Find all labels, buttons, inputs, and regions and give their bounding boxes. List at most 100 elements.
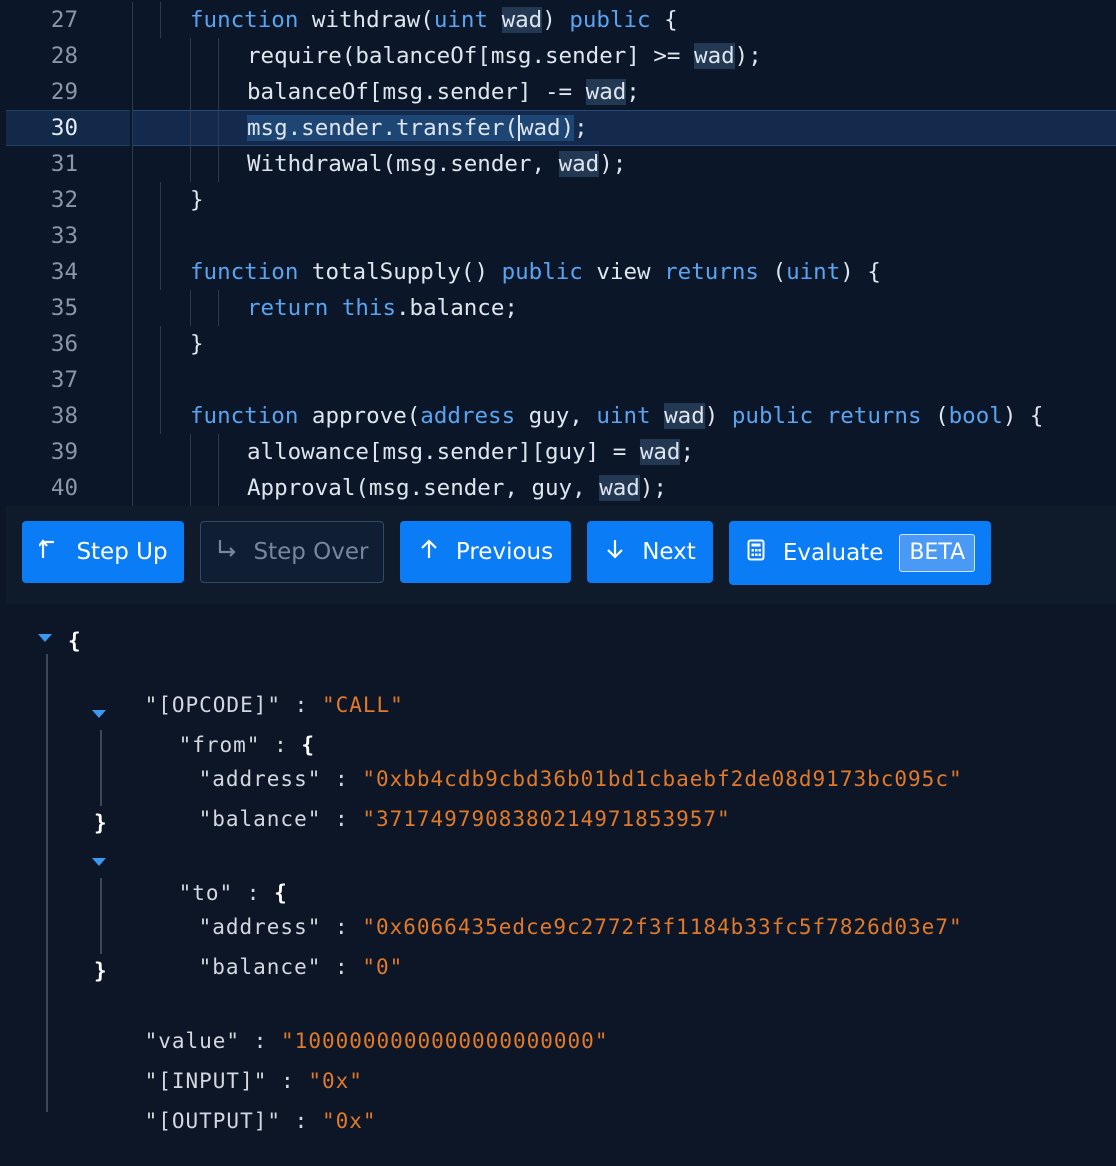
tree-guide-line bbox=[100, 878, 102, 954]
line-number[interactable]: 36 bbox=[0, 326, 78, 362]
line-number[interactable]: 31 bbox=[0, 146, 78, 182]
root-open-brace: { bbox=[68, 629, 82, 653]
indent-guide bbox=[132, 110, 133, 146]
collapse-caret-icon[interactable] bbox=[38, 634, 52, 642]
code-editor[interactable]: 27 function withdraw(uint wad) public {28… bbox=[0, 0, 1116, 506]
keyword-token: function bbox=[190, 7, 299, 33]
indent-guide bbox=[132, 434, 133, 470]
collapse-caret-icon[interactable] bbox=[92, 710, 106, 718]
code-token: ; bbox=[626, 79, 640, 105]
code-line[interactable]: 30 msg.sender.transfer(wad); bbox=[0, 110, 1116, 146]
tree-guide-line bbox=[100, 730, 102, 806]
evaluate-label: Evaluate bbox=[782, 540, 884, 566]
line-number[interactable]: 27 bbox=[0, 2, 78, 38]
indent-guide bbox=[160, 398, 161, 434]
code-token: wad bbox=[694, 43, 735, 69]
line-number[interactable]: 29 bbox=[0, 74, 78, 110]
evaluate-button[interactable]: Evaluate BETA bbox=[729, 521, 991, 585]
code-token: require(balanceOf[msg.sender] >= bbox=[247, 43, 695, 69]
indent-guide bbox=[218, 146, 219, 182]
indent-guide bbox=[218, 110, 219, 146]
code-line[interactable]: 28 require(balanceOf[msg.sender] >= wad); bbox=[0, 38, 1116, 74]
indent-guide bbox=[132, 2, 133, 38]
code-line[interactable]: 27 function withdraw(uint wad) public { bbox=[0, 2, 1116, 38]
line-number[interactable]: 28 bbox=[0, 38, 78, 74]
code-token: ) { bbox=[840, 259, 881, 285]
previous-label: Previous bbox=[455, 539, 554, 565]
debugger-toolbar: Step Up Step Over Previous Next Evaluate… bbox=[6, 506, 1116, 604]
indent-guide bbox=[160, 218, 161, 254]
code-line[interactable]: 40 Approval(msg.sender, guy, wad); bbox=[0, 470, 1116, 506]
code-token: totalSupply() bbox=[298, 259, 502, 285]
code-line[interactable]: 29 balanceOf[msg.sender] -= wad; bbox=[0, 74, 1116, 110]
arrow-down-icon bbox=[604, 539, 626, 565]
indent-guide bbox=[132, 290, 133, 326]
next-label: Next bbox=[642, 539, 696, 565]
step-up-label: Step Up bbox=[76, 539, 168, 565]
code-token: ); bbox=[734, 43, 762, 69]
keyword-token: bool bbox=[948, 403, 1003, 429]
code-line[interactable]: 36} bbox=[0, 326, 1116, 362]
line-number[interactable]: 38 bbox=[0, 398, 78, 434]
code-text: balanceOf[msg.sender] -= wad; bbox=[247, 74, 640, 110]
step-over-label: Step Over bbox=[253, 539, 369, 565]
indent-guide bbox=[132, 38, 133, 74]
indent-guide bbox=[160, 362, 161, 398]
step-over-button[interactable]: Step Over bbox=[200, 521, 384, 583]
code-line[interactable]: 37 bbox=[0, 362, 1116, 398]
line-number[interactable]: 40 bbox=[0, 470, 78, 506]
keyword-token: return bbox=[247, 295, 329, 321]
code-line[interactable]: 32} bbox=[0, 182, 1116, 218]
code-token: ( bbox=[758, 259, 787, 285]
line-number[interactable]: 30 bbox=[0, 110, 78, 146]
indent-guide bbox=[132, 74, 133, 110]
to-balance-value: "0" bbox=[362, 955, 404, 979]
code-token: Withdrawal(msg.sender, bbox=[247, 151, 559, 177]
keyword-token: function bbox=[190, 403, 299, 429]
indent-guide bbox=[132, 218, 133, 254]
to-balance-key: "balance" bbox=[198, 955, 322, 979]
code-line[interactable]: 34 function totalSupply() public view ret… bbox=[0, 254, 1116, 290]
code-line[interactable]: 39 allowance[msg.sender][guy] = wad; bbox=[0, 434, 1116, 470]
code-token: ( bbox=[921, 403, 949, 429]
indent-guide bbox=[132, 470, 133, 506]
line-number[interactable]: 32 bbox=[0, 182, 78, 218]
code-line[interactable]: 38 function approve(address guy, uint wad… bbox=[0, 398, 1116, 434]
next-button[interactable]: Next bbox=[587, 521, 713, 583]
collapse-caret-icon[interactable] bbox=[92, 858, 106, 866]
code-token: ; bbox=[680, 439, 695, 465]
code-line[interactable]: 33 bbox=[0, 218, 1116, 254]
from-balance-key: "balance" bbox=[198, 807, 322, 831]
from-balance-value: "3717497908380214971853957" bbox=[362, 807, 731, 831]
code-line[interactable]: 31 Withdrawal(msg.sender, wad); bbox=[0, 146, 1116, 182]
line-number[interactable]: 39 bbox=[0, 434, 78, 470]
code-token: Approval(msg.sender, guy, bbox=[247, 475, 600, 501]
indent-guide bbox=[132, 326, 133, 362]
to-entry: "to" : { bbox=[124, 848, 288, 905]
from-close-brace: } bbox=[94, 811, 108, 835]
previous-button[interactable]: Previous bbox=[400, 521, 571, 583]
line-number[interactable]: 33 bbox=[0, 218, 78, 254]
indent-guide bbox=[132, 146, 133, 182]
step-up-button[interactable]: Step Up bbox=[22, 521, 184, 583]
arrow-up-icon bbox=[418, 539, 440, 565]
code-text: function totalSupply() public view retur… bbox=[190, 254, 881, 290]
code-line[interactable]: 35 return this.balance; bbox=[0, 290, 1116, 326]
line-number[interactable]: 34 bbox=[0, 254, 78, 290]
code-token: wad bbox=[501, 7, 543, 33]
code-token: ) bbox=[560, 115, 575, 141]
keyword-token: uint bbox=[596, 403, 651, 429]
code-token: wad bbox=[639, 439, 681, 465]
code-token: ); bbox=[599, 151, 627, 177]
line-number[interactable]: 37 bbox=[0, 362, 78, 398]
line-number[interactable]: 35 bbox=[0, 290, 78, 326]
code-token: allowance[msg.sender][guy] = bbox=[247, 439, 640, 465]
from-entry: "from" : { bbox=[124, 700, 315, 757]
indent-guide bbox=[218, 74, 219, 110]
code-text: } bbox=[190, 326, 204, 362]
keyword-token: returns bbox=[664, 259, 759, 285]
